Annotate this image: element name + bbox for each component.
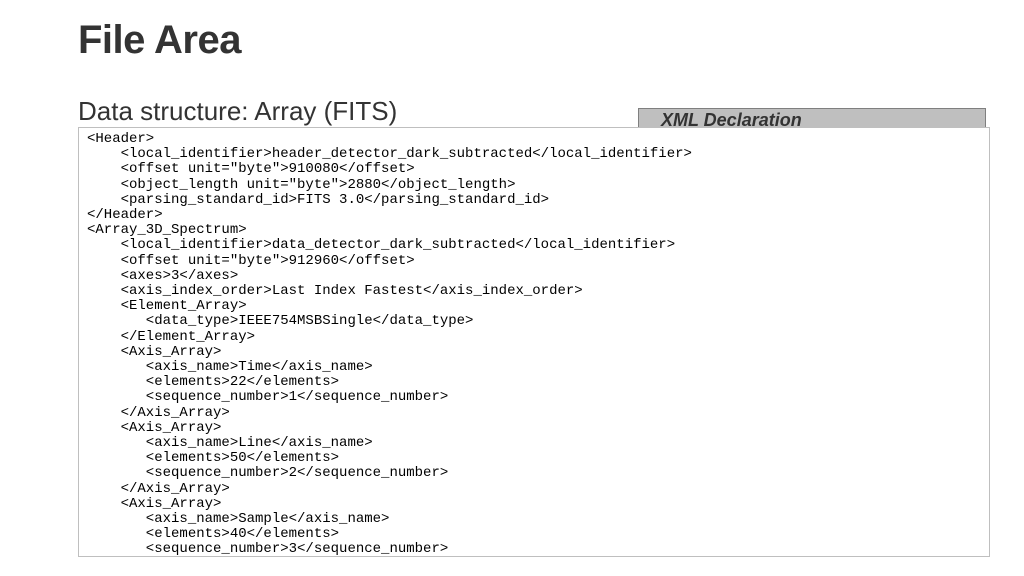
code-panel: <Header> <local_identifier>header_detect… (78, 127, 990, 557)
page-subtitle: Data structure: Array (FITS) (78, 96, 397, 130)
slide: File Area Data structure: Array (FITS) X… (0, 0, 1024, 576)
page-title: File Area (78, 18, 241, 63)
xml-code-block: <Header> <local_identifier>header_detect… (87, 132, 981, 557)
